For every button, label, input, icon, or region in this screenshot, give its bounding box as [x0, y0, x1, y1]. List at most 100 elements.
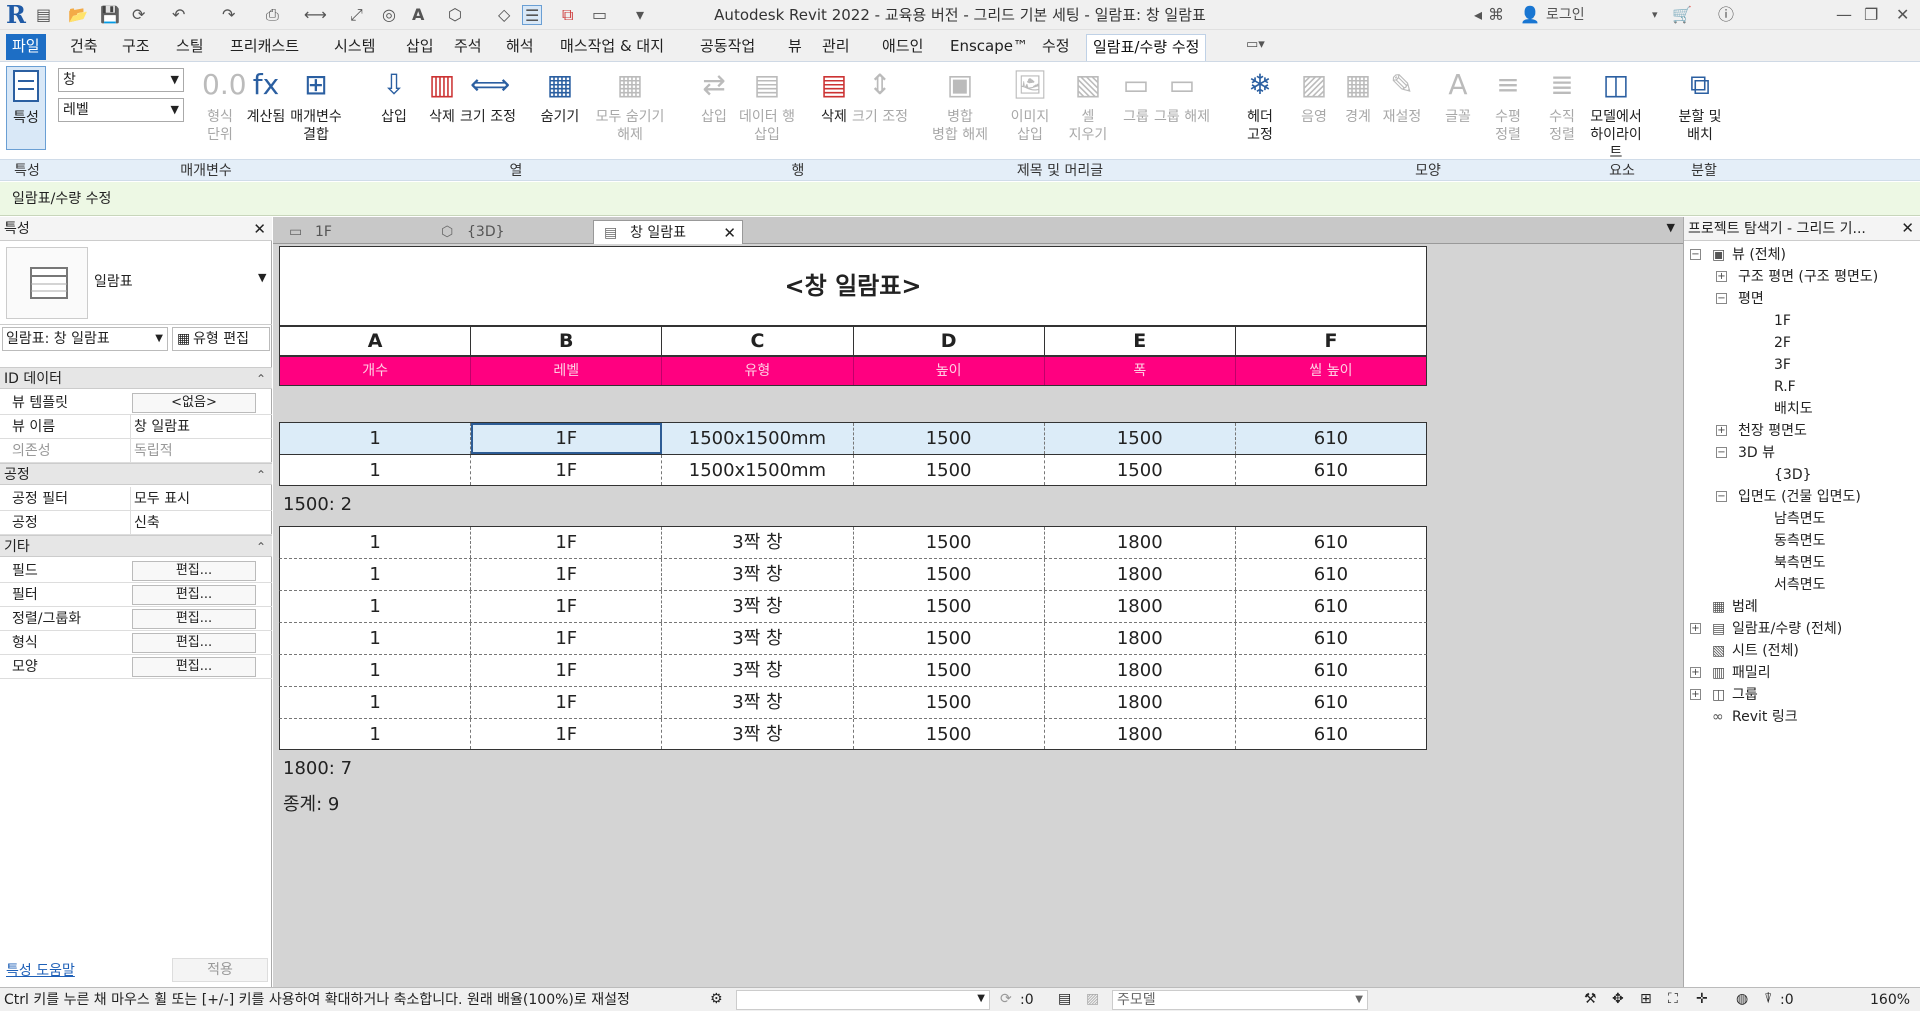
filter-view-icon[interactable]: ▤: [1058, 991, 1071, 1007]
browser-node[interactable]: 북측면도: [1774, 553, 1826, 573]
table-cell[interactable]: 1500: [854, 455, 1045, 485]
expand-icon[interactable]: +: [1690, 623, 1701, 634]
select-face-icon[interactable]: ⛶: [1668, 991, 1678, 1007]
arrow-left-icon[interactable]: ◂: [1474, 5, 1482, 25]
browser-node[interactable]: 남측면도: [1774, 509, 1826, 529]
table-row[interactable]: 1 1F 3짝 창 1500 1800 610: [279, 654, 1427, 686]
table-cell[interactable]: 1500: [854, 423, 1045, 454]
table-cell[interactable]: 1800: [1045, 655, 1236, 686]
prop-value[interactable]: 창 일람표: [130, 415, 260, 439]
editable-icon[interactable]: ⟳: [1000, 991, 1012, 1007]
tab-2[interactable]: 구조: [116, 34, 156, 61]
workset-icon[interactable]: ⚙: [710, 991, 723, 1007]
prop-section[interactable]: ID 데이터 ⌃: [0, 367, 272, 389]
table-cell[interactable]: 1800: [1045, 527, 1236, 558]
table-cell[interactable]: 1800: [1045, 687, 1236, 718]
align-vertical-button[interactable]: ≣ 수직 정렬: [1534, 66, 1590, 144]
table-cell[interactable]: 1800: [1045, 591, 1236, 622]
column-header[interactable]: 씰 높이: [1236, 357, 1426, 385]
table-cell[interactable]: 610: [1236, 719, 1426, 749]
tab-13[interactable]: 애드인: [876, 34, 929, 61]
prop-section[interactable]: 공정 ⌃: [0, 463, 272, 485]
view-tab-0[interactable]: ▭ 1F: [279, 220, 429, 244]
table-row[interactable]: 1 1F 1500x1500mm 1500 1500 610: [279, 454, 1427, 486]
column-letter[interactable]: D: [853, 326, 1045, 356]
table-row[interactable]: 1 1F 3짝 창 1500 1800 610: [279, 526, 1427, 558]
type-selector[interactable]: 일람표 ▼: [0, 241, 272, 325]
table-cell[interactable]: 1F: [471, 527, 663, 558]
browser-node[interactable]: 구조 평면 (구조 평면도): [1738, 267, 1878, 287]
switch-windows-icon[interactable]: ▭: [592, 5, 607, 25]
table-row[interactable]: 1 1F 3짝 창 1500 1800 610: [279, 718, 1427, 750]
column-header[interactable]: 높이: [854, 357, 1045, 385]
binoculars-icon[interactable]: ⌘: [1488, 5, 1504, 25]
table-cell[interactable]: 1: [280, 559, 472, 590]
drag-icon[interactable]: ✛: [1696, 991, 1708, 1007]
table-cell[interactable]: 1800: [1045, 623, 1236, 654]
browser-node[interactable]: 2F: [1774, 333, 1791, 353]
table-cell[interactable]: 610: [1236, 591, 1426, 622]
column-header[interactable]: 레벨: [471, 357, 663, 385]
customize-qat-icon[interactable]: ▾: [636, 5, 644, 25]
browser-node[interactable]: 3F: [1774, 355, 1791, 375]
schedule-canvas[interactable]: <창 일람표> A B C D E F 개수 레벨 유형 높이 폭 씰 높이 1 1F 1500x1500mm…: [273, 244, 1683, 988]
workset-select[interactable]: ▼: [736, 990, 990, 1010]
recent-icon[interactable]: ▤: [36, 5, 51, 25]
table-row[interactable]: 1 1F 1500x1500mm 1500 1500 610: [279, 422, 1427, 454]
browser-node[interactable]: 동측면도: [1774, 531, 1826, 551]
font-button[interactable]: A 글꼴: [1430, 66, 1486, 126]
combine-params-button[interactable]: ⊞ 매개변수 결합: [288, 66, 344, 144]
collapse-icon[interactable]: −: [1716, 447, 1727, 458]
insert-image-button[interactable]: 🖼 이미지 삽입: [1002, 66, 1058, 144]
login-link[interactable]: 로그인: [1546, 5, 1585, 25]
table-cell[interactable]: 1500: [854, 591, 1045, 622]
browser-node[interactable]: 일람표/수량 (전체): [1732, 619, 1842, 639]
tab-15[interactable]: 수정: [1036, 34, 1076, 61]
level-select[interactable]: 레벨 ▼: [58, 98, 184, 122]
table-cell[interactable]: 1800: [1045, 559, 1236, 590]
split-place-button[interactable]: ⧉ 분할 및 배치: [1672, 66, 1728, 144]
table-cell[interactable]: 1F: [471, 455, 663, 485]
table-cell[interactable]: 1F: [471, 623, 663, 654]
table-cell[interactable]: 610: [1236, 423, 1426, 454]
prop-edit-button[interactable]: 편집...: [132, 585, 256, 605]
table-cell[interactable]: 1: [280, 423, 472, 454]
tab-0[interactable]: 파일: [6, 34, 46, 60]
table-cell[interactable]: 1500: [1045, 423, 1236, 454]
table-cell[interactable]: 1: [280, 655, 472, 686]
prop-edit-button[interactable]: 편집...: [132, 561, 256, 581]
thin-lines-icon[interactable]: ☰: [522, 5, 543, 25]
close-hidden-icon[interactable]: ⧉: [562, 5, 573, 25]
table-cell[interactable]: 1500: [854, 527, 1045, 558]
tab-11[interactable]: 뷰: [782, 34, 808, 61]
tab-4[interactable]: 프리캐스트: [224, 34, 305, 61]
prop-edit-button[interactable]: 편집...: [132, 609, 256, 629]
prop-value[interactable]: 신축: [130, 511, 260, 535]
instance-select[interactable]: 일람표: 창 일람표 ▼: [2, 327, 168, 351]
sync-icon[interactable]: ⟳: [132, 5, 145, 25]
table-cell[interactable]: 1500x1500mm: [662, 455, 854, 485]
browser-node[interactable]: 배치도: [1774, 399, 1813, 419]
table-cell[interactable]: 3짝 창: [662, 623, 854, 654]
table-cell[interactable]: 1500: [1045, 455, 1236, 485]
prop-edit-button[interactable]: <없음>: [132, 393, 256, 413]
table-cell[interactable]: 3짝 창: [662, 687, 854, 718]
tag-icon[interactable]: ◎: [382, 5, 396, 25]
freeze-header-button[interactable]: ❄ 헤더 고정: [1232, 66, 1288, 144]
tab-7[interactable]: 주석: [448, 34, 488, 61]
prop-section[interactable]: 기타 ⌃: [0, 535, 272, 557]
category-select[interactable]: 창 ▼: [58, 68, 184, 92]
revit-logo-icon[interactable]: R: [6, 2, 30, 28]
help-icon[interactable]: ⓘ: [1718, 5, 1734, 25]
table-cell[interactable]: 1: [280, 623, 472, 654]
section-icon[interactable]: ◇: [498, 5, 510, 25]
table-cell[interactable]: 610: [1236, 623, 1426, 654]
prop-edit-button[interactable]: 편집...: [132, 633, 256, 653]
measure-icon[interactable]: ⟷: [304, 5, 327, 25]
table-cell[interactable]: 1: [280, 687, 472, 718]
align-horizontal-button[interactable]: ≡ 수평 정렬: [1480, 66, 1536, 144]
open-icon[interactable]: 📂: [68, 5, 88, 25]
print-icon[interactable]: ⎙: [266, 5, 279, 25]
table-cell[interactable]: 1500: [854, 687, 1045, 718]
cart-icon[interactable]: 🛒: [1672, 5, 1692, 25]
